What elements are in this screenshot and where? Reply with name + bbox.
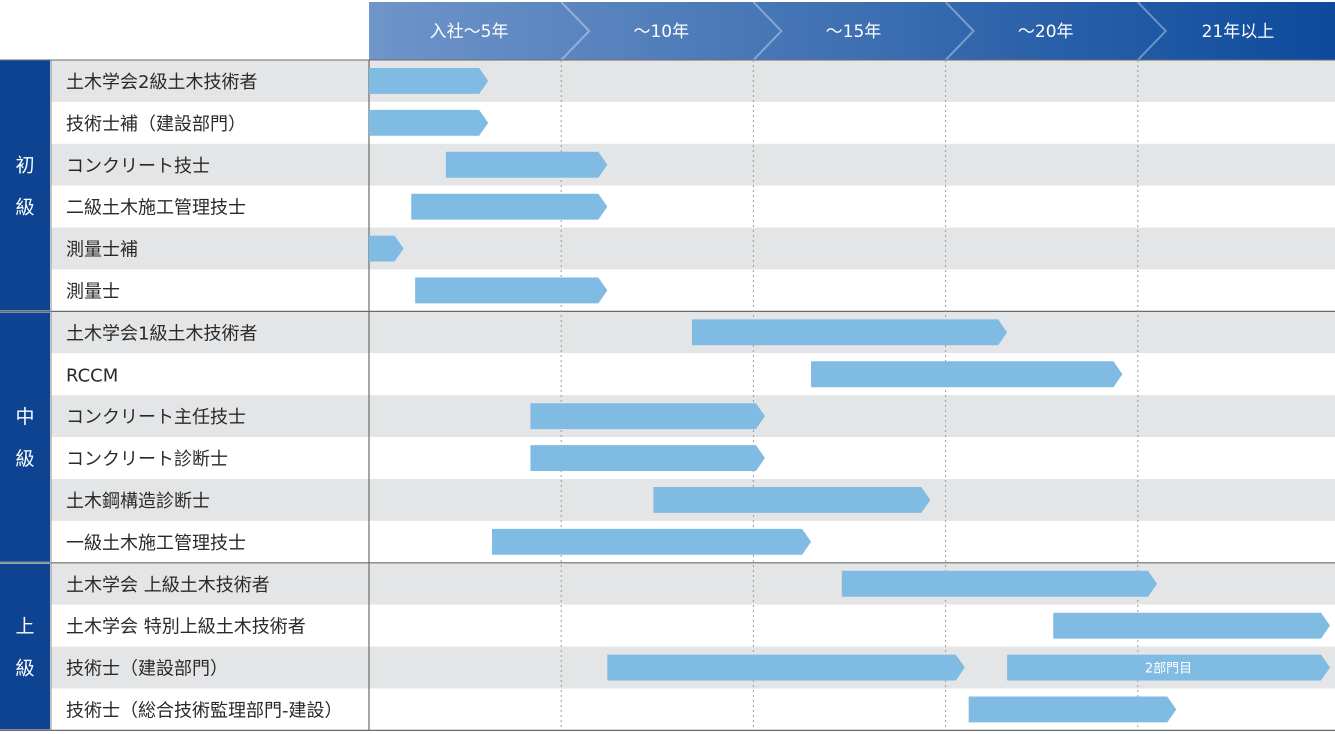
qualification-label: コンクリート主任技士 xyxy=(66,407,246,428)
group-label-char: 中 xyxy=(15,406,34,428)
qualification-label: RCCM xyxy=(66,365,118,386)
qualification-bar xyxy=(1053,612,1330,639)
qualification-label: 二級土木施工管理技士 xyxy=(66,198,246,219)
qualification-label: コンクリート診断士 xyxy=(66,449,228,470)
qualification-label: 土木学会 上級土木技術者 xyxy=(66,575,270,596)
qualification-label: コンクリート技士 xyxy=(66,156,210,177)
group-label-box xyxy=(0,60,50,311)
period-label: 入社〜5年 xyxy=(430,22,509,42)
period-label: 〜15年 xyxy=(826,22,882,42)
certification-roadmap-chart: 入社〜5年 〜10年 〜15年 〜20年 21年以上初級中級上級土木学会2級土木技術者技… xyxy=(0,1,1335,732)
qualification-label: 土木鋼構造診断士 xyxy=(66,491,210,512)
qualification-bar xyxy=(968,696,1177,723)
group-label-char: 上 xyxy=(15,616,34,638)
qualification-bar xyxy=(369,109,489,136)
qualification-bar xyxy=(530,403,765,430)
group-label-char: 級 xyxy=(15,448,34,470)
period-label: 〜10年 xyxy=(633,22,689,42)
qualification-label: 土木学会2級土木技術者 xyxy=(66,72,257,93)
qualification-label: 技術士（建設部門） xyxy=(66,659,228,680)
bar-annotation-label: 2部門目 xyxy=(1145,662,1192,677)
qualification-label: 土木学会1級土木技術者 xyxy=(66,323,257,344)
qualification-label: 測量士補 xyxy=(66,240,138,261)
qualification-bar xyxy=(411,193,608,220)
qualification-bar xyxy=(607,654,965,681)
row-background xyxy=(51,269,1335,312)
period-label: 21年以上 xyxy=(1202,22,1275,42)
qualification-label: 土木学会 特別上級土木技術者 xyxy=(66,617,306,638)
qualification-bar xyxy=(841,570,1158,597)
period-label: 〜20年 xyxy=(1018,22,1074,42)
qualification-bar xyxy=(369,68,489,94)
qualification-bar xyxy=(415,277,608,304)
qualification-bar xyxy=(445,151,608,178)
qualification-bar xyxy=(811,361,1123,388)
qualification-bar xyxy=(691,319,1008,346)
qualification-label: 測量士 xyxy=(66,281,120,302)
group-label-char: 級 xyxy=(15,658,34,680)
row-background xyxy=(51,143,1335,186)
qualification-bar xyxy=(492,528,812,555)
group-label-char: 級 xyxy=(15,197,34,219)
qualification-label: 技術士補（建設部門） xyxy=(66,114,246,135)
qualification-bar xyxy=(530,445,765,471)
qualification-label: 技術士（総合技術監理部門-建設） xyxy=(66,700,343,721)
qualification-bar xyxy=(653,487,931,513)
row-background xyxy=(51,353,1335,396)
qualification-label: 一級土木施工管理技士 xyxy=(66,533,246,554)
row-background xyxy=(51,227,1335,270)
group-label-box xyxy=(0,563,50,730)
group-label-box xyxy=(0,312,50,562)
group-label-char: 初 xyxy=(15,155,34,177)
